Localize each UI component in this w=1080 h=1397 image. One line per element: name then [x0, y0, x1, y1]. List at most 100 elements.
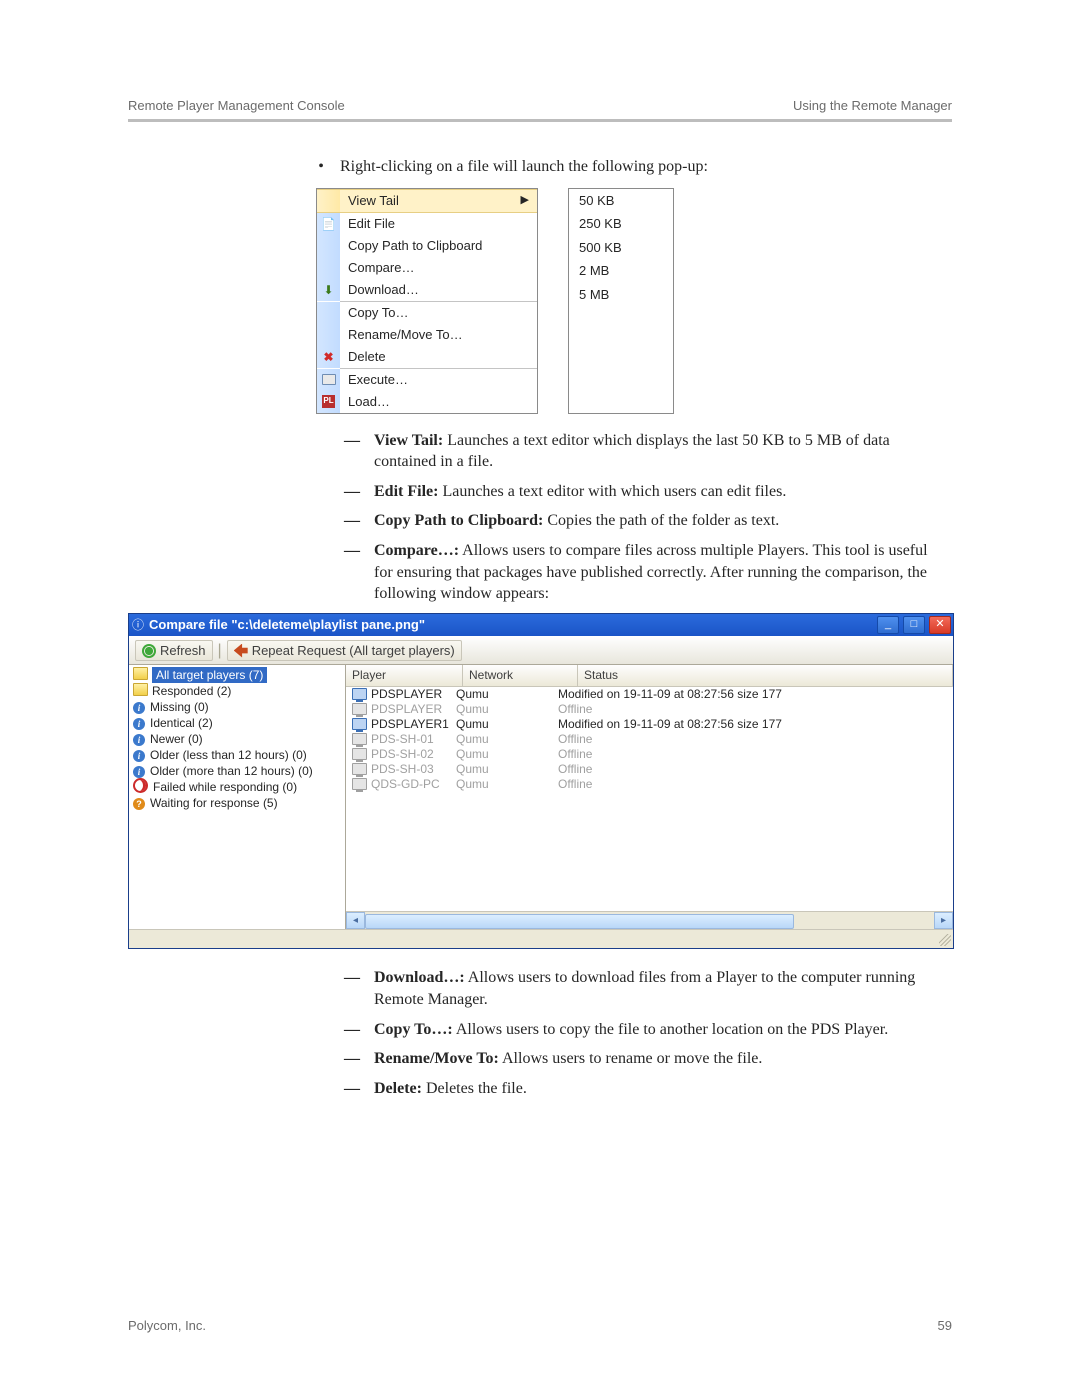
fail-icon: [133, 778, 153, 797]
cell-network: Qumu: [456, 701, 558, 717]
definition-text: Download…: Allows users to download file…: [374, 967, 944, 1010]
menu-item-edit-file[interactable]: Edit File: [317, 213, 537, 235]
horizontal-scrollbar[interactable]: ◂ ▸: [346, 911, 953, 929]
tree-node[interactable]: Failed while responding (0): [129, 779, 345, 795]
tree-node[interactable]: Older (less than 12 hours) (0): [129, 747, 345, 763]
submenu-item[interactable]: 2 MB: [569, 259, 673, 283]
tree-node[interactable]: All target players (7): [129, 667, 345, 683]
list-row[interactable]: QDS-GD-PCQumuOffline: [346, 777, 953, 792]
definition-text: View Tail: Launches a text editor which …: [374, 430, 944, 473]
definition-item: —Download…: Allows users to download fil…: [344, 967, 944, 1010]
del-icon: [317, 346, 340, 368]
info-icon: [133, 699, 150, 715]
col-status[interactable]: Status: [578, 665, 953, 685]
list-row[interactable]: PDSPLAYER1QumuModified on 19-11-09 at 08…: [346, 717, 953, 732]
monitor-icon: [352, 703, 367, 715]
definition-text: Compare…: Allows users to compare files …: [374, 540, 944, 605]
definition-text: Delete: Deletes the file.: [374, 1078, 944, 1100]
cell-player: QDS-GD-PC: [371, 776, 440, 792]
dash-icon: —: [344, 540, 360, 605]
header-left: Remote Player Management Console: [128, 98, 345, 113]
list-row[interactable]: PDS-SH-02QumuOffline: [346, 747, 953, 762]
definition-item: —Rename/Move To: Allows users to rename …: [344, 1048, 944, 1070]
tree-node[interactable]: Responded (2): [129, 683, 345, 699]
tree-node[interactable]: Older (more than 12 hours) (0): [129, 763, 345, 779]
monitor-icon: [352, 688, 367, 700]
list-row[interactable]: PDS-SH-03QumuOffline: [346, 762, 953, 777]
context-menu: View Tail▶Edit File Copy Path to Clipboar…: [316, 188, 538, 414]
view-tail-submenu: 50 KB250 KB500 KB2 MB5 MB: [568, 188, 674, 414]
scroll-track[interactable]: [365, 913, 934, 928]
definition-item: —Edit File: Launches a text editor with …: [344, 481, 944, 503]
minimize-button[interactable]: _: [877, 616, 899, 634]
submenu-item[interactable]: 50 KB: [569, 189, 673, 213]
tree-node-label: Newer (0): [150, 731, 203, 747]
menu-item-label: Rename/Move To…: [340, 326, 537, 344]
folder-icon: [133, 683, 152, 700]
col-network[interactable]: Network: [463, 665, 578, 685]
cell-player: PDSPLAYER: [371, 687, 442, 703]
folder-icon: [133, 667, 152, 684]
dash-icon: —: [344, 1048, 360, 1070]
definition-item: —Copy To…: Allows users to copy the file…: [344, 1019, 944, 1041]
scroll-left-button[interactable]: ◂: [346, 912, 365, 929]
definition-list-1: — View Tail: Launches a text editor which…: [344, 430, 944, 605]
tree-node-label: All target players (7): [152, 667, 267, 683]
definition-text: Copy To…: Allows users to copy the file …: [374, 1019, 944, 1041]
close-button[interactable]: ✕: [929, 616, 951, 634]
cell-status: Offline: [558, 731, 953, 747]
tree-node[interactable]: Identical (2): [129, 715, 345, 731]
info-icon: ⓘ: [129, 617, 147, 633]
menu-item-delete[interactable]: Delete: [317, 346, 537, 368]
refresh-button[interactable]: Refresh: [135, 640, 213, 662]
col-player[interactable]: Player: [346, 665, 463, 685]
list-row[interactable]: PDSPLAYERQumuModified on 19-11-09 at 08:…: [346, 687, 953, 702]
maximize-button[interactable]: □: [903, 616, 925, 634]
definition-term: Delete:: [374, 1080, 422, 1097]
refresh-icon: [142, 644, 156, 658]
submenu-item[interactable]: 250 KB: [569, 212, 673, 236]
tree-node[interactable]: Waiting for response (5): [129, 795, 345, 811]
menu-item-label: Copy Path to Clipboard: [340, 237, 537, 255]
intro-bullet: Right-clicking on a file will launch the…: [340, 156, 944, 178]
list-body[interactable]: PDSPLAYERQumuModified on 19-11-09 at 08:…: [346, 687, 953, 912]
cell-network: Qumu: [456, 687, 558, 703]
menu-item-copy-path-to-clipboard[interactable]: Copy Path to Clipboard: [317, 235, 537, 257]
dash-icon: —: [344, 510, 360, 532]
list-header: Player Network Status: [346, 665, 953, 686]
menu-item-view-tail[interactable]: View Tail▶: [317, 189, 537, 213]
menu-item-compare[interactable]: Compare…: [317, 257, 537, 279]
header-right: Using the Remote Manager: [793, 98, 952, 113]
scroll-thumb[interactable]: [365, 914, 794, 929]
monitor-icon: [352, 778, 367, 790]
menu-item-load[interactable]: Load…: [317, 391, 537, 413]
list-row[interactable]: PDSPLAYERQumuOffline: [346, 702, 953, 717]
footer-left: Polycom, Inc.: [128, 1318, 206, 1333]
players-tree[interactable]: All target players (7)Responded (2)Missi…: [129, 665, 346, 929]
definition-term: Copy Path to Clipboard:: [374, 512, 543, 529]
definition-term: Copy To…:: [374, 1021, 453, 1038]
menu-item-copy-to[interactable]: Copy To…: [317, 302, 537, 324]
tree-node[interactable]: Newer (0): [129, 731, 345, 747]
definition-item: —Compare…: Allows users to compare files…: [344, 540, 944, 605]
submenu-item[interactable]: 5 MB: [569, 283, 673, 307]
exec-icon: [317, 369, 340, 391]
tree-node-label: Identical (2): [150, 715, 213, 731]
menu-item-download[interactable]: Download…: [317, 279, 537, 301]
tree-node[interactable]: Missing (0): [129, 699, 345, 715]
menu-item-label: Execute…: [340, 371, 537, 389]
menu-item-execute[interactable]: Execute…: [317, 369, 537, 391]
menu-item-rename-move-to[interactable]: Rename/Move To…: [317, 324, 537, 346]
list-row[interactable]: PDS-SH-01QumuOffline: [346, 732, 953, 747]
edit-icon: [317, 213, 340, 235]
scroll-right-button[interactable]: ▸: [934, 912, 953, 929]
submenu-item[interactable]: 500 KB: [569, 236, 673, 260]
repeat-request-button[interactable]: Repeat Request (All target players): [227, 640, 462, 662]
compare-window: ⓘ Compare file "c:\deleteme\playlist pan…: [128, 613, 954, 950]
menu-item-label: Compare…: [340, 259, 537, 277]
definition-term: Compare…:: [374, 542, 459, 559]
submenu-arrow-icon: ▶: [521, 193, 537, 208]
tree-node-label: Older (less than 12 hours) (0): [150, 747, 307, 763]
compare-toolbar: Refresh | Repeat Request (All target pla…: [129, 636, 953, 665]
menu-item-label: Download…: [340, 281, 537, 299]
